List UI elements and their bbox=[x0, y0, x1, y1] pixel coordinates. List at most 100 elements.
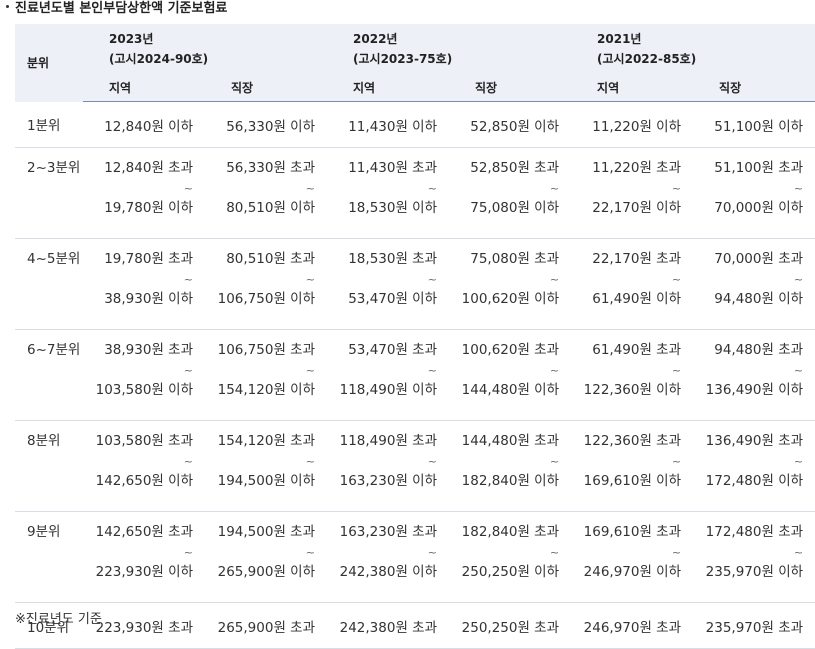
range-tilde: ~ bbox=[305, 273, 316, 286]
range-to: 223,930원 이하 bbox=[95, 564, 193, 580]
range-tilde: ~ bbox=[549, 364, 560, 377]
value-cell: 12,840원 이하 bbox=[83, 101, 205, 148]
range-from: 51,100원 초과 bbox=[714, 160, 804, 176]
range-tilde: ~ bbox=[793, 182, 804, 195]
range-tilde: ~ bbox=[793, 546, 804, 559]
range-to: 70,000원 이하 bbox=[714, 200, 804, 216]
quantile-cell: 9분위 bbox=[15, 511, 83, 603]
table-row: 10분위 223,930원 초과 265,900원 초과 242,380원 초과 250… bbox=[15, 602, 815, 649]
value-cell: 22,170원 초과 ~61,490원 이하 bbox=[571, 238, 694, 330]
range-to: 242,380원 이하 bbox=[339, 564, 438, 580]
value-cell: 12,840원 초과 ~19,780원 이하 bbox=[83, 147, 205, 239]
subheader-regional: 지역 bbox=[571, 74, 694, 102]
range-tilde: ~ bbox=[183, 273, 193, 286]
range-tilde: ~ bbox=[549, 273, 560, 286]
value-cell: 103,580원 초과 ~142,650원 이하 bbox=[83, 420, 205, 512]
range-from: 182,840원 초과 bbox=[461, 524, 560, 540]
value-cell: 142,650원 초과 ~223,930원 이하 bbox=[83, 511, 205, 603]
value-cell: 75,080원 초과 ~100,620원 이하 bbox=[449, 238, 572, 330]
value-cell: 106,750원 초과 ~154,120원 이하 bbox=[205, 329, 328, 421]
range-to: 169,610원 이하 bbox=[583, 473, 682, 489]
range-tilde: ~ bbox=[183, 364, 193, 377]
year-label: 2021년 bbox=[597, 32, 642, 46]
range-to: 103,580원 이하 bbox=[95, 382, 193, 398]
subheader-workplace: 직장 bbox=[693, 74, 815, 102]
value-cell: 235,970원 초과 bbox=[693, 602, 815, 649]
range-to: 250,250원 이하 bbox=[461, 564, 560, 580]
section-title-text: 진료년도별 본인부담상한액 기준보험료 bbox=[15, 1, 228, 16]
year-header-2023: 2023년 (고시2024-90호) bbox=[83, 24, 328, 74]
range-from: 154,120원 초과 bbox=[217, 433, 316, 449]
table-row: 2~3분위 12,840원 초과 ~19,780원 이하 56,330원 초과 ~80,… bbox=[15, 147, 815, 239]
range-from: 136,490원 초과 bbox=[705, 433, 804, 449]
value-cell: 11,430원 초과 ~18,530원 이하 bbox=[327, 147, 450, 239]
range-from: 194,500원 초과 bbox=[217, 524, 316, 540]
range-to: 172,480원 이하 bbox=[705, 473, 804, 489]
range-tilde: ~ bbox=[305, 455, 316, 468]
year-label: 2022년 bbox=[353, 32, 398, 46]
value-cell: 246,970원 초과 bbox=[571, 602, 694, 649]
range-to: 22,170원 이하 bbox=[592, 200, 682, 216]
range-from: 12,840원 초과 bbox=[104, 160, 193, 176]
notice-label: (고시2024-90호) bbox=[109, 52, 209, 66]
range-from: 53,470원 초과 bbox=[348, 342, 438, 358]
table-row: 1분위 12,840원 이하 56,330원 이하 11,430원 이하 52,850원… bbox=[15, 101, 815, 148]
range-to: 100,620원 이하 bbox=[461, 291, 560, 307]
range-tilde: ~ bbox=[427, 182, 438, 195]
value-cell: 61,490원 초과 ~122,360원 이하 bbox=[571, 329, 694, 421]
range-tilde: ~ bbox=[427, 273, 438, 286]
value-cell: 11,220원 초과 ~22,170원 이하 bbox=[571, 147, 694, 239]
range-from: 11,220원 초과 bbox=[592, 160, 682, 176]
range-to: 118,490원 이하 bbox=[339, 382, 438, 398]
table-row: 8분위 103,580원 초과 ~142,650원 이하 154,120원 초과 ~19… bbox=[15, 420, 815, 512]
footnote: ※진료년도 기준 bbox=[15, 612, 102, 627]
subheader-workplace: 직장 bbox=[205, 74, 328, 102]
quantile-cell: 1분위 bbox=[15, 101, 83, 148]
value-cell: 242,380원 초과 bbox=[327, 602, 450, 649]
range-tilde: ~ bbox=[793, 273, 804, 286]
table-row: 4~5분위 19,780원 초과 ~38,930원 이하 80,510원 초과 ~106… bbox=[15, 238, 815, 330]
table-body: 1분위 12,840원 이하 56,330원 이하 11,430원 이하 52,850원… bbox=[15, 101, 815, 649]
range-from: 94,480원 초과 bbox=[714, 342, 804, 358]
value-cell: 52,850원 초과 ~75,080원 이하 bbox=[449, 147, 572, 239]
range-tilde: ~ bbox=[549, 546, 560, 559]
range-to: 265,900원 이하 bbox=[217, 564, 316, 580]
range-from: 118,490원 초과 bbox=[339, 433, 438, 449]
value-cell: 172,480원 초과 ~235,970원 이하 bbox=[693, 511, 815, 603]
value-cell: 163,230원 초과 ~242,380원 이하 bbox=[327, 511, 450, 603]
range-to: 144,480원 이하 bbox=[461, 382, 560, 398]
range-from: 169,610원 초과 bbox=[583, 524, 682, 540]
range-from: 103,580원 초과 bbox=[95, 433, 193, 449]
year-label: 2023년 bbox=[109, 32, 154, 46]
range-from: 100,620원 초과 bbox=[461, 342, 560, 358]
notice-label: (고시2022-85호) bbox=[597, 52, 697, 66]
value-cell: 51,100원 이하 bbox=[693, 101, 815, 148]
value-cell: 136,490원 초과 ~172,480원 이하 bbox=[693, 420, 815, 512]
range-from: 80,510원 초과 bbox=[226, 251, 316, 267]
range-from: 11,430원 초과 bbox=[348, 160, 438, 176]
quantile-cell: 2~3분위 bbox=[15, 147, 83, 239]
range-from: 18,530원 초과 bbox=[348, 251, 438, 267]
range-tilde: ~ bbox=[183, 182, 193, 195]
range-tilde: ~ bbox=[427, 364, 438, 377]
range-tilde: ~ bbox=[549, 455, 560, 468]
range-to: 142,650원 이하 bbox=[95, 473, 193, 489]
subheader-regional: 지역 bbox=[83, 74, 205, 102]
range-tilde: ~ bbox=[183, 455, 193, 468]
range-to: 154,120원 이하 bbox=[217, 382, 316, 398]
value-cell: 94,480원 초과 ~136,490원 이하 bbox=[693, 329, 815, 421]
range-to: 246,970원 이하 bbox=[583, 564, 682, 580]
range-to: 106,750원 이하 bbox=[217, 291, 316, 307]
range-from: 163,230원 초과 bbox=[339, 524, 438, 540]
range-to: 80,510원 이하 bbox=[226, 200, 316, 216]
range-from: 52,850원 초과 bbox=[470, 160, 560, 176]
range-to: 38,930원 이하 bbox=[104, 291, 193, 307]
range-tilde: ~ bbox=[793, 364, 804, 377]
range-tilde: ~ bbox=[183, 546, 193, 559]
quantile-cell: 4~5분위 bbox=[15, 238, 83, 330]
value-cell: 144,480원 초과 ~182,840원 이하 bbox=[449, 420, 572, 512]
range-from: 144,480원 초과 bbox=[461, 433, 560, 449]
value-cell: 38,930원 초과 ~103,580원 이하 bbox=[83, 329, 205, 421]
range-to: 122,360원 이하 bbox=[583, 382, 682, 398]
value-cell: 19,780원 초과 ~38,930원 이하 bbox=[83, 238, 205, 330]
